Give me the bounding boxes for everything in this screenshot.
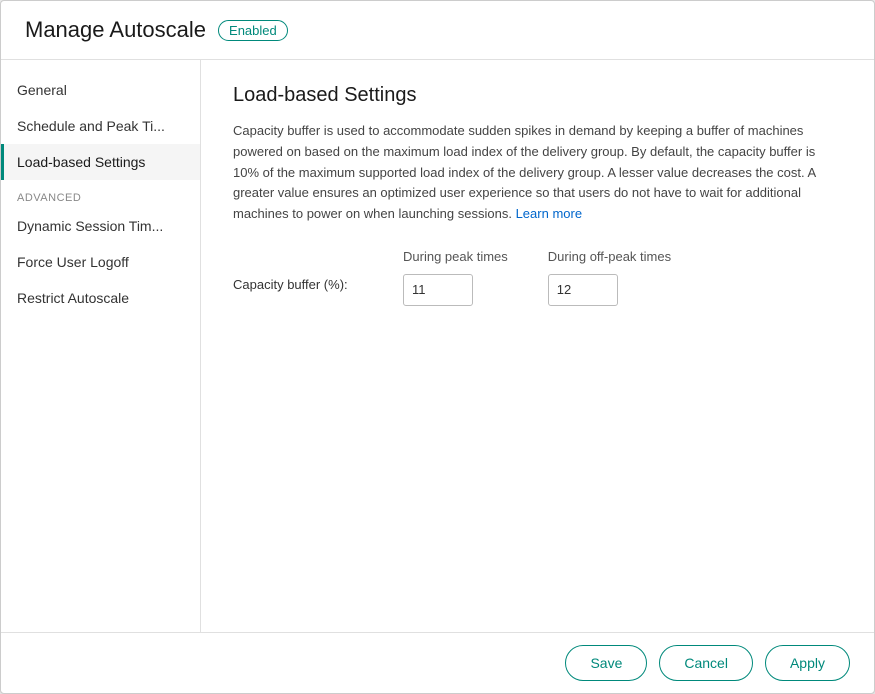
modal-title: Manage Autoscale [25, 17, 206, 43]
sidebar-item-force-logoff[interactable]: Force User Logoff [1, 244, 200, 280]
enabled-badge: Enabled [218, 20, 288, 41]
capacity-buffer-label: Capacity buffer (%): [233, 249, 363, 292]
sidebar-item-load-based[interactable]: Load-based Settings [1, 144, 200, 180]
cancel-button[interactable]: Cancel [659, 645, 753, 681]
modal-footer: Save Cancel Apply [1, 632, 874, 693]
content-title: Load-based Settings [233, 84, 842, 107]
advanced-section-label: ADVANCED [1, 180, 200, 208]
modal-container: Manage Autoscale Enabled General Schedul… [0, 0, 875, 694]
apply-button[interactable]: Apply [765, 645, 850, 681]
offpeak-group: During off-peak times [548, 249, 671, 306]
learn-more-link[interactable]: Learn more [516, 206, 582, 221]
offpeak-value-input[interactable] [548, 274, 618, 306]
sidebar-item-general[interactable]: General [1, 72, 200, 108]
during-offpeak-label: During off-peak times [548, 249, 671, 264]
save-button[interactable]: Save [565, 645, 647, 681]
modal-header: Manage Autoscale Enabled [1, 1, 874, 60]
during-peak-label: During peak times [403, 249, 508, 264]
peak-group: During peak times [403, 249, 508, 306]
sidebar-item-schedule[interactable]: Schedule and Peak Ti... [1, 108, 200, 144]
capacity-row: Capacity buffer (%): During peak times D… [233, 249, 842, 306]
sidebar: General Schedule and Peak Ti... Load-bas… [1, 60, 201, 632]
sidebar-item-dynamic[interactable]: Dynamic Session Tim... [1, 208, 200, 244]
peak-value-input[interactable] [403, 274, 473, 306]
content-area: Load-based Settings Capacity buffer is u… [201, 60, 874, 632]
sidebar-item-restrict[interactable]: Restrict Autoscale [1, 280, 200, 316]
modal-body: General Schedule and Peak Ti... Load-bas… [1, 60, 874, 632]
content-description: Capacity buffer is used to accommodate s… [233, 121, 842, 225]
